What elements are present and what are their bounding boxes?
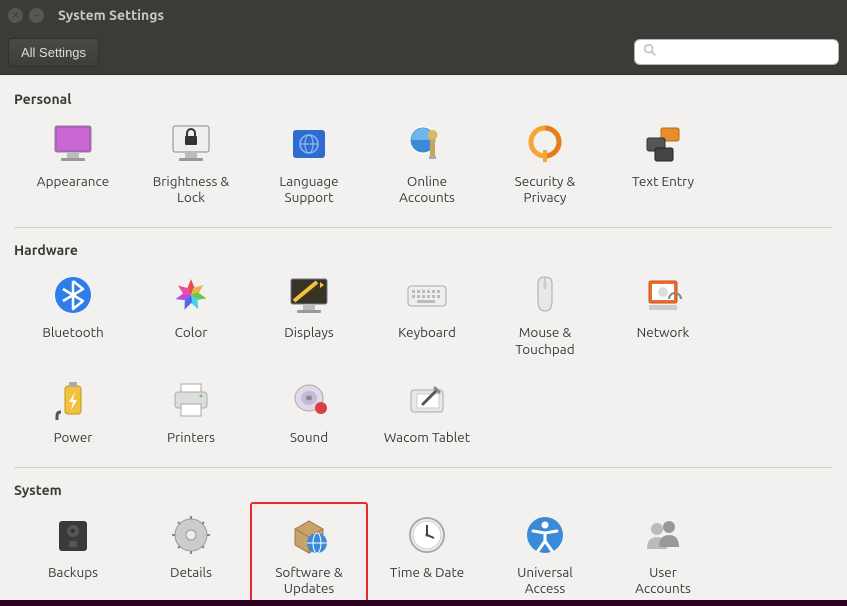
item-time-date[interactable]: Time & Date (368, 502, 486, 600)
item-label: Backups (48, 564, 98, 580)
item-security-privacy[interactable]: Security & Privacy (486, 111, 604, 215)
titlebar: ✕ – System Settings (0, 0, 847, 30)
item-displays[interactable]: Displays (250, 262, 368, 366)
item-backups[interactable]: Backups (14, 502, 132, 600)
item-network[interactable]: Network (604, 262, 722, 366)
item-label: Power (54, 429, 93, 445)
item-mouse-touchpad[interactable]: Mouse & Touchpad (486, 262, 604, 366)
mouse-icon (520, 270, 570, 320)
grid-system: Backups Details Software & Updates Time … (14, 502, 833, 600)
printers-icon (166, 375, 216, 425)
item-bluetooth[interactable]: Bluetooth (14, 262, 132, 366)
sound-icon (284, 375, 334, 425)
bluetooth-icon (48, 270, 98, 320)
item-sound[interactable]: Sound (250, 367, 368, 455)
item-software-updates[interactable]: Software & Updates (250, 502, 368, 600)
user-accounts-icon (638, 510, 688, 560)
toolbar: All Settings (0, 30, 847, 75)
item-label: Bluetooth (42, 324, 103, 340)
item-user-accounts[interactable]: User Accounts (604, 502, 722, 600)
item-label: Details (170, 564, 212, 580)
search-icon (643, 43, 657, 61)
language-icon (284, 119, 334, 169)
all-settings-button[interactable]: All Settings (8, 38, 99, 67)
item-label: Time & Date (390, 564, 464, 580)
divider (14, 467, 833, 468)
divider (14, 227, 833, 228)
item-brightness-lock[interactable]: Brightness & Lock (132, 111, 250, 215)
color-icon (166, 270, 216, 320)
section-header-personal: Personal (14, 85, 833, 111)
text-entry-icon (638, 119, 688, 169)
item-label: Wacom Tablet (384, 429, 470, 445)
item-label: Color (175, 324, 208, 340)
section-header-system: System (14, 476, 833, 502)
item-universal-access[interactable]: Universal Access (486, 502, 604, 600)
item-label: Online Accounts (399, 173, 455, 205)
item-online-accounts[interactable]: Online Accounts (368, 111, 486, 215)
item-details[interactable]: Details (132, 502, 250, 600)
wacom-icon (402, 375, 452, 425)
keyboard-icon (402, 270, 452, 320)
grid-personal: Appearance Brightness & Lock Language Su… (14, 111, 833, 215)
item-color[interactable]: Color (132, 262, 250, 366)
item-label: Sound (290, 429, 328, 445)
content-area: Personal Appearance Brightness & Lock La… (0, 75, 847, 600)
item-label: Network (637, 324, 690, 340)
item-label: Appearance (37, 173, 109, 189)
software-updates-icon (284, 510, 334, 560)
minimize-window-button[interactable]: – (29, 8, 44, 23)
backups-icon (48, 510, 98, 560)
item-label: Displays (284, 324, 333, 340)
item-label: Universal Access (517, 564, 573, 596)
network-icon (638, 270, 688, 320)
item-label: Language Support (279, 173, 338, 205)
item-appearance[interactable]: Appearance (14, 111, 132, 215)
section-header-hardware: Hardware (14, 236, 833, 262)
item-keyboard[interactable]: Keyboard (368, 262, 486, 366)
item-text-entry[interactable]: Text Entry (604, 111, 722, 215)
lock-icon (166, 119, 216, 169)
item-label: Software & Updates (275, 564, 342, 596)
window-title: System Settings (58, 7, 164, 23)
item-label: User Accounts (635, 564, 691, 596)
item-language-support[interactable]: Language Support (250, 111, 368, 215)
online-accounts-icon (402, 119, 452, 169)
settings-window: ✕ – System Settings All Settings Persona… (0, 0, 847, 600)
item-label: Brightness & Lock (153, 173, 230, 205)
displays-icon (284, 270, 334, 320)
grid-hardware: Bluetooth Color Displays Keyboard (14, 262, 833, 455)
item-label: Text Entry (632, 173, 694, 189)
item-printers[interactable]: Printers (132, 367, 250, 455)
security-icon (520, 119, 570, 169)
power-icon (48, 375, 98, 425)
item-label: Security & Privacy (515, 173, 576, 205)
search-input[interactable] (663, 45, 839, 60)
close-window-button[interactable]: ✕ (8, 8, 23, 23)
time-date-icon (402, 510, 452, 560)
universal-access-icon (520, 510, 570, 560)
item-label: Mouse & Touchpad (515, 324, 574, 356)
details-icon (166, 510, 216, 560)
search-box[interactable] (634, 39, 839, 65)
appearance-icon (48, 119, 98, 169)
item-wacom-tablet[interactable]: Wacom Tablet (368, 367, 486, 455)
item-label: Keyboard (398, 324, 456, 340)
item-label: Printers (167, 429, 215, 445)
item-power[interactable]: Power (14, 367, 132, 455)
